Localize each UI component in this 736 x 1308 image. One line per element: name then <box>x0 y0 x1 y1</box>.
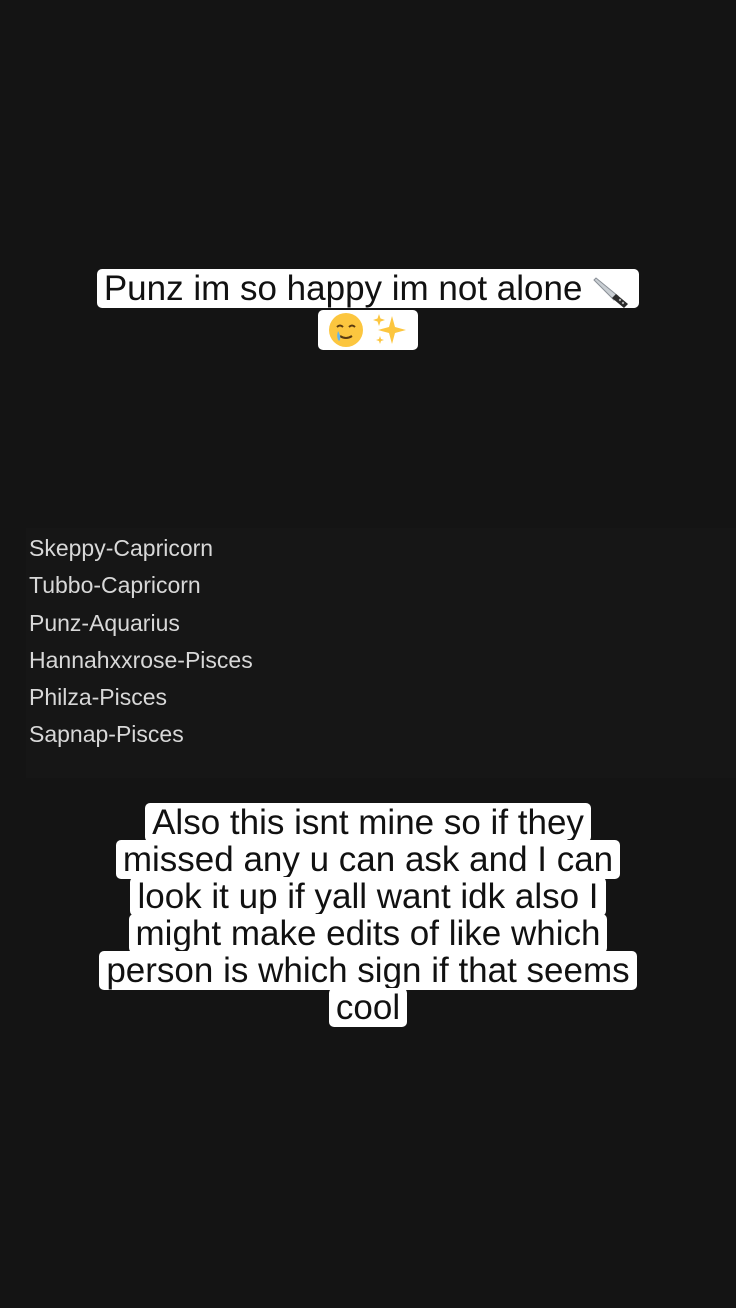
zodiac-list: Skeppy-Capricorn Tubbo-Capricorn Punz-Aq… <box>26 528 736 778</box>
sparkles-icon <box>373 314 407 344</box>
list-item: Philza-Pisces <box>29 684 168 711</box>
bottom-caption-line: person is which sign if that seems <box>99 951 637 990</box>
bottom-caption-line: look it up if yall want idk also I <box>130 877 606 916</box>
list-item: Sapnap-Pisces <box>29 721 184 748</box>
smiling-face-with-tear-icon <box>328 313 363 347</box>
knife-icon <box>593 277 629 308</box>
top-caption-emoji-line <box>317 310 419 350</box>
bottom-caption: Also this isnt mine so if they missed an… <box>0 803 736 1027</box>
list-item: Hannahxxrose-Pisces <box>29 646 253 673</box>
bottom-caption-line: missed any u can ask and I can <box>115 840 621 879</box>
bottom-caption-line: might make edits of like which <box>128 914 608 953</box>
top-caption-text: Punz im so happy im not alone <box>103 269 583 308</box>
top-caption-line: Punz im so happy im not alone <box>96 269 640 308</box>
story-screen: { "top_caption": { "line1": "Punz im so … <box>0 0 736 1308</box>
list-item: Skeppy-Capricorn <box>29 535 214 561</box>
top-caption: Punz im so happy im not alone <box>0 269 736 352</box>
list-item: Tubbo-Capricorn <box>29 572 201 599</box>
bottom-caption-line: cool <box>328 988 408 1027</box>
bottom-caption-line: Also this isnt mine so if they <box>145 803 591 842</box>
list-item: Punz-Aquarius <box>29 609 180 636</box>
